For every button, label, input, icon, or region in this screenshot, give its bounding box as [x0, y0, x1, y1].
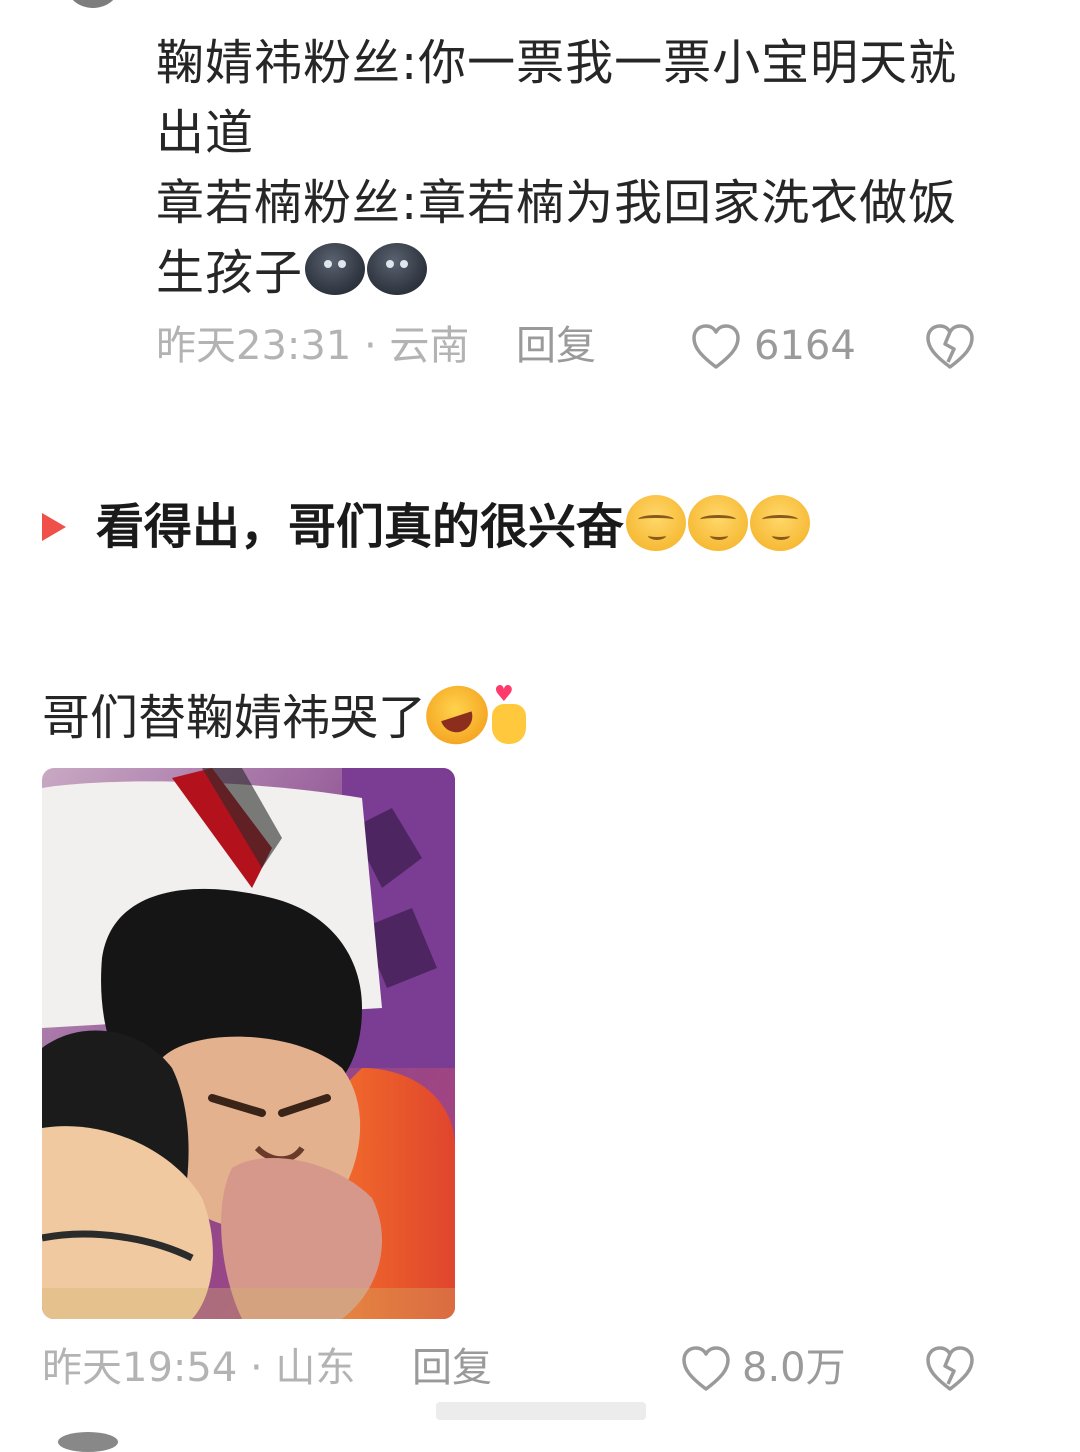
section-title: 看得出，哥们真的很兴奋 [96, 494, 811, 560]
reply-button[interactable]: 回复 [516, 318, 596, 374]
comment-image[interactable] [42, 768, 455, 1319]
dislike-broken-heart-icon[interactable] [924, 322, 976, 372]
comment-line: 章若楠粉丝:章若楠为我回家洗衣做饭 [156, 175, 958, 231]
watermark [436, 1402, 646, 1420]
smirk-emoji-icon [626, 495, 687, 551]
avatar[interactable] [58, 1432, 118, 1452]
rofl-emoji-icon [418, 677, 496, 753]
dark-face-emoji-icon [305, 243, 366, 295]
like-heart-icon[interactable] [680, 1344, 732, 1394]
comment-line-with-emoji: 生孩子 [156, 238, 976, 308]
comment-body: 哥们替鞠婧祎哭了 [42, 690, 427, 746]
smirk-emoji-icon [750, 495, 811, 551]
comment-line: 鞠婧祎粉丝:你一票我一票小宝明天就 [156, 35, 958, 91]
like-count: 6164 [754, 323, 856, 369]
comment-text: 鞠婧祎粉丝:你一票我一票小宝明天就 出道 章若楠粉丝:章若楠为我回家洗衣做饭 生… [156, 28, 976, 308]
comment-time-location: 昨天19:54 · 山东 [42, 1345, 356, 1391]
comment-meta-row: 昨天19:54 · 山东 回复 8.0万 [0, 1340, 1080, 1396]
like-count: 8.0万 [742, 1345, 846, 1391]
comment-text: 哥们替鞠婧祎哭了 ♥ [42, 677, 530, 753]
comment-line: 生孩子 [156, 245, 304, 301]
like-heart-icon[interactable] [690, 322, 742, 372]
play-triangle-icon [42, 513, 66, 541]
dislike-broken-heart-icon[interactable] [924, 1344, 976, 1394]
comment-meta-row: 昨天23:31 · 云南 回复 6164 [0, 318, 1080, 374]
comment-line: 出道 [156, 105, 255, 161]
dark-face-emoji-icon [367, 243, 428, 295]
comment-time-location: 昨天23:31 · 云南 [156, 323, 470, 369]
finger-heart-emoji-icon: ♥ [488, 684, 530, 746]
smirk-emoji-icon [688, 495, 749, 551]
section-title-text: 看得出，哥们真的很兴奋 [96, 499, 625, 555]
avatar[interactable] [66, 0, 120, 8]
reply-button[interactable]: 回复 [412, 1340, 492, 1396]
